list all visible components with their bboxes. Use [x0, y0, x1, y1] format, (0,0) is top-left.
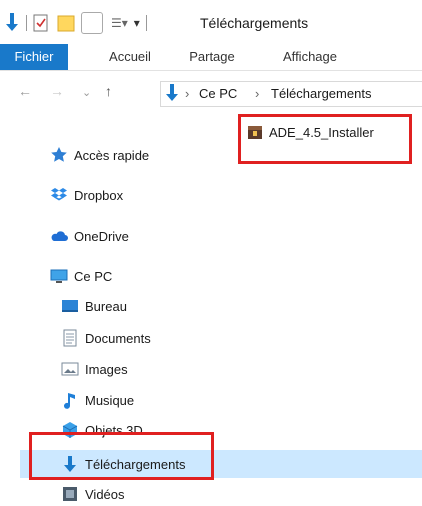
highlight-box-sidebar — [29, 432, 214, 480]
video-film-icon — [61, 485, 79, 503]
sidebar-item-documents[interactable]: Documents — [61, 326, 151, 350]
up-arrow-icon[interactable]: ↑ — [105, 83, 112, 99]
sidebar-item-ce-pc[interactable]: Ce PC — [50, 264, 112, 288]
tab-affichage[interactable]: Affichage — [270, 44, 350, 70]
new-folder-icon[interactable] — [57, 14, 77, 32]
toolbar-divider — [26, 15, 27, 31]
chevron-down-icon[interactable]: ▾ — [134, 16, 140, 30]
sidebar-item-onedrive[interactable]: OneDrive — [50, 224, 129, 248]
address-bar[interactable]: › Ce PC › Téléchargements — [160, 81, 422, 107]
tab-partage[interactable]: Partage — [178, 44, 246, 70]
sidebar-item-musique[interactable]: Musique — [61, 388, 134, 412]
sidebar-item-bureau[interactable]: Bureau — [61, 294, 127, 318]
images-icon — [61, 360, 79, 378]
chevron-right-icon[interactable]: › — [185, 86, 189, 101]
desktop-folder-icon — [61, 297, 79, 315]
customize-toolbar-icon[interactable]: ☰▾ — [111, 16, 128, 30]
toolbar-divider — [145, 15, 147, 31]
sidebar-item-acces-rapide[interactable]: Accès rapide — [50, 143, 149, 167]
blank-box-icon[interactable] — [81, 12, 103, 34]
recent-locations-chevron-icon[interactable]: ⌄ — [82, 86, 91, 99]
window-title: Téléchargements — [200, 15, 309, 31]
breadcrumb-telechargements[interactable]: Téléchargements — [271, 86, 371, 101]
tab-fichier[interactable]: Fichier — [0, 44, 68, 70]
title-bar: ☰▾ ▾ Téléchargements — [0, 0, 422, 44]
sidebar-item-videos[interactable]: Vidéos — [61, 482, 125, 506]
tab-accueil[interactable]: Accueil — [96, 44, 164, 70]
chevron-right-icon[interactable]: › — [255, 86, 259, 101]
address-row: ← → ⌄ ↑ › Ce PC › Téléchargements — [0, 80, 422, 107]
forward-arrow-icon[interactable]: → — [50, 83, 64, 99]
sidebar-item-dropbox[interactable]: Dropbox — [50, 183, 123, 207]
ribbon: Fichier Accueil Partage Affichage — [0, 44, 422, 71]
download-arrow-icon — [165, 84, 179, 107]
dropbox-icon — [50, 186, 68, 204]
sidebar-item-images[interactable]: Images — [61, 357, 128, 381]
documents-icon — [61, 329, 79, 347]
star-pin-icon — [50, 146, 68, 164]
music-note-icon — [61, 391, 79, 409]
highlight-box-file — [238, 114, 412, 164]
quick-access-toolbar: ☰▾ ▾ — [4, 12, 153, 34]
breadcrumb-ce-pc[interactable]: Ce PC — [199, 86, 237, 101]
onedrive-cloud-icon — [50, 227, 68, 245]
properties-icon[interactable] — [33, 14, 49, 32]
back-arrow-icon[interactable]: ← — [18, 83, 32, 99]
download-arrow-icon — [4, 13, 20, 33]
monitor-icon — [50, 267, 68, 285]
